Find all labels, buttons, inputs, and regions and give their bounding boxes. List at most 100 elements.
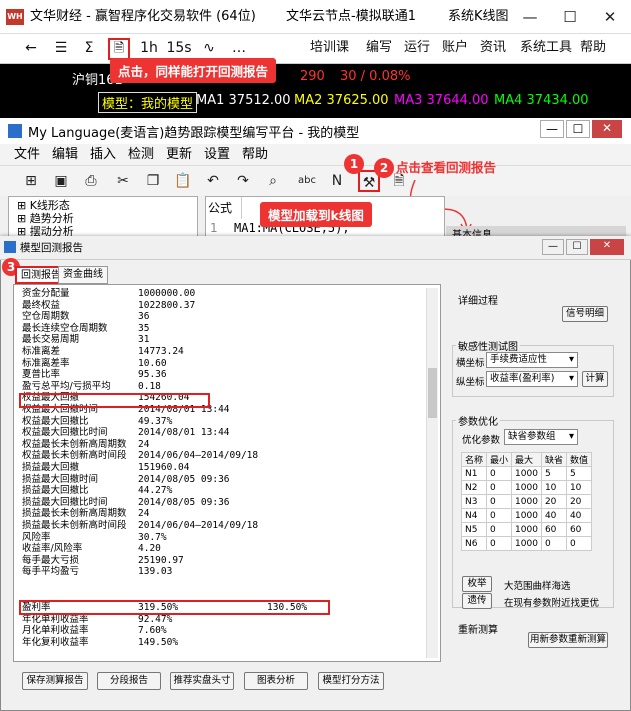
paste-icon[interactable]: 📋 xyxy=(172,170,194,192)
report-row-label: 权益最大回撤比 xyxy=(22,415,89,427)
x-axis-select[interactable]: 手续费适应性 xyxy=(486,352,578,368)
model-label[interactable]: 模型：我的模型 xyxy=(98,92,198,113)
minimize-icon[interactable]: — xyxy=(510,0,550,34)
tab-equity-curve[interactable]: 资金曲线 xyxy=(58,266,108,284)
editor-menu-settings[interactable]: 设置 xyxy=(204,144,230,166)
report-maximize-icon[interactable]: ☐ xyxy=(566,239,588,255)
list-button[interactable]: ☰ xyxy=(50,34,72,62)
n-icon[interactable]: N xyxy=(326,170,348,192)
param-title: 参数优化 xyxy=(456,413,500,428)
report-row: 最长连续空仓周期数 35 xyxy=(22,323,149,335)
report-row: 损益最大回撤比时间 2014/08/05 09:36 xyxy=(22,497,230,509)
report-close-icon[interactable]: ✕ xyxy=(590,239,624,255)
param-row[interactable]: N5 0 1000 60 60 xyxy=(460,522,592,537)
param-row[interactable]: N1 0 1000 5 5 xyxy=(460,466,592,481)
back-button[interactable]: ← xyxy=(20,34,42,62)
new-icon[interactable]: ⊞ xyxy=(20,170,42,192)
param-cell: N1 xyxy=(460,466,488,481)
report-row-label: 最长连续空仓周期数 xyxy=(22,322,108,334)
highlight-max-drawdown xyxy=(19,393,210,408)
menu-run[interactable]: 运行 xyxy=(404,34,430,62)
report-row: 月化单利收益率 7.60% xyxy=(22,625,167,637)
report-row-label: 空仓周期数 xyxy=(22,311,70,323)
report-scrollbar[interactable] xyxy=(426,288,438,658)
report-doc-button[interactable]: 🗎 xyxy=(108,38,130,60)
report-row-label: 月化单利收益率 xyxy=(22,625,89,637)
close-icon[interactable]: ✕ xyxy=(590,0,630,34)
copy-icon[interactable]: ❐ xyxy=(142,170,164,192)
menu-account[interactable]: 账户 xyxy=(442,34,468,62)
report-row-label: 损益最大回撤比时间 xyxy=(22,496,108,508)
genetic-button[interactable]: 遗传 xyxy=(462,593,492,609)
scoring-method-button[interactable]: 模型打分方法 xyxy=(318,672,384,690)
report-row: 损益最大回撤比 44.27% xyxy=(22,485,172,497)
maximize-icon[interactable]: ☐ xyxy=(550,0,590,34)
segment-report-button[interactable]: 分段报告 xyxy=(97,672,161,690)
menu-tools[interactable]: 系统工具 xyxy=(520,34,572,62)
detail-title: 详细过程 xyxy=(456,292,500,307)
opt-param-select[interactable]: 缺省参数组 xyxy=(504,429,578,445)
param-row[interactable]: N6 0 1000 0 0 xyxy=(460,536,592,551)
report-row-value: 7.60% xyxy=(138,625,167,637)
param-col-min: 最小 xyxy=(486,452,513,467)
param-cell: 5 xyxy=(565,466,592,481)
abc-icon[interactable]: abc xyxy=(296,170,318,192)
param-col-default: 缺省 xyxy=(540,452,567,467)
report-row: 最长交易周期 31 xyxy=(22,334,149,346)
param-cell: 0 xyxy=(486,536,513,551)
retest-title: 重新测算 xyxy=(456,621,500,636)
save-icon[interactable]: ▣ xyxy=(50,170,72,192)
callout-view-report: 点击查看回测报告 xyxy=(396,160,497,175)
cut-icon[interactable]: ✂ xyxy=(112,170,134,192)
editor-tab-formula[interactable]: 公式 xyxy=(206,197,242,219)
param-col-name: 名称 xyxy=(460,452,488,467)
sigma-button[interactable]: Σ xyxy=(78,34,100,62)
report-app-icon xyxy=(4,241,16,253)
report-row-value: 36 xyxy=(138,311,150,323)
param-cell: N6 xyxy=(460,536,488,551)
find-icon[interactable]: ⌕ xyxy=(262,170,284,192)
menu-training[interactable]: 培训课 xyxy=(310,34,349,62)
ma2-name: MA2 xyxy=(294,93,323,108)
redo-icon[interactable]: ↷ xyxy=(232,170,254,192)
report-row: 每手最大亏损 25190.97 xyxy=(22,555,184,567)
editor-minimize-icon[interactable]: — xyxy=(540,120,564,138)
callout-load-model: 模型加载到k线图 xyxy=(260,202,372,227)
param-cell: N5 xyxy=(460,522,488,537)
param-row[interactable]: N3 0 1000 20 20 xyxy=(460,494,592,509)
report-minimize-icon[interactable]: — xyxy=(542,239,564,255)
menu-help[interactable]: 帮助 xyxy=(580,34,606,62)
param-row[interactable]: N4 0 1000 40 40 xyxy=(460,508,592,523)
recommend-position-button[interactable]: 推荐实盘头寸 xyxy=(170,672,234,690)
menu-news[interactable]: 资讯 xyxy=(480,34,506,62)
report-row-value: 31 xyxy=(138,334,150,346)
param-row[interactable]: N2 0 1000 10 10 xyxy=(460,480,592,495)
report-row: 风险率 30.7% xyxy=(22,532,167,544)
editor-app-icon xyxy=(8,124,22,138)
report-row-label: 盈亏总平均/亏损平均 xyxy=(22,380,111,392)
editor-close-icon[interactable]: ✕ xyxy=(592,120,622,138)
step-1-marker: 1 xyxy=(344,154,364,174)
ma2-indicator: MA2 37625.00 xyxy=(294,93,389,108)
enumerate-button[interactable]: 枚举 xyxy=(462,576,492,592)
signal-detail-button[interactable]: 信号明细 xyxy=(562,306,608,322)
print-icon[interactable]: ⎙ xyxy=(80,170,102,192)
editor-maximize-icon[interactable]: ☐ xyxy=(566,120,590,138)
editor-menu-file[interactable]: 文件 xyxy=(14,144,40,166)
param-cell: 1000 xyxy=(511,466,542,481)
editor-menu-update[interactable]: 更新 xyxy=(166,144,192,166)
editor-menu-check[interactable]: 检测 xyxy=(128,144,154,166)
y-axis-select[interactable]: 收益率(盈利率) xyxy=(486,371,578,387)
editor-menu-help[interactable]: 帮助 xyxy=(242,144,268,166)
report-row-label: 权益最长未创新高时间段 xyxy=(22,450,127,462)
calculate-button[interactable]: 计算 xyxy=(582,371,608,387)
chart-analysis-button[interactable]: 图表分析 xyxy=(244,672,308,690)
save-report-button[interactable]: 保存测算报告 xyxy=(22,672,88,690)
menu-write[interactable]: 编写 xyxy=(366,34,392,62)
kline-chart-area[interactable]: 沪铜161 290 30 / 0.08% 模型：我的模型 MA1 37512.0… xyxy=(0,64,631,118)
editor-menu-insert[interactable]: 插入 xyxy=(90,144,116,166)
retest-button[interactable]: 用新参数重新测算 xyxy=(528,632,608,648)
editor-menu-edit[interactable]: 编辑 xyxy=(52,144,78,166)
undo-icon[interactable]: ↶ xyxy=(202,170,224,192)
report-title-bar: 模型回测报告 — ☐ ✕ xyxy=(0,236,631,260)
